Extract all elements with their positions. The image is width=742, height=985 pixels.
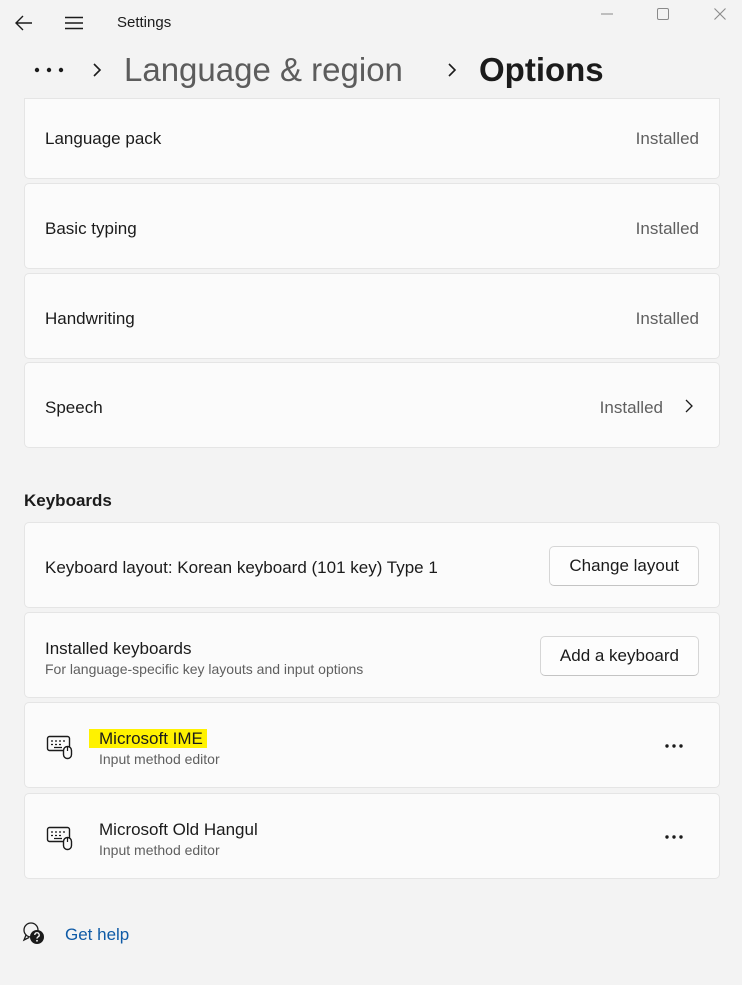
feature-row-speech[interactable]: Speech Installed: [24, 362, 720, 448]
installed-keyboards-title: Installed keyboards: [45, 639, 192, 658]
feature-row-basic-typing: Basic typing Installed: [24, 183, 720, 269]
chevron-right-icon: [446, 62, 458, 78]
get-help-link[interactable]: Get help: [22, 920, 162, 950]
feature-status: Installed: [635, 309, 699, 328]
keyboard-icon: [46, 823, 74, 851]
close-icon[interactable]: [692, 0, 742, 28]
maximize-icon[interactable]: [635, 0, 691, 28]
feature-label: Speech: [45, 398, 103, 417]
change-layout-button[interactable]: Change layout: [549, 546, 699, 586]
help-icon: [22, 921, 46, 947]
keyboard-name-text: Microsoft IME: [89, 729, 207, 748]
feature-label: Handwriting: [45, 309, 135, 328]
get-help-label[interactable]: Get help: [65, 925, 129, 945]
title-bar: Settings: [0, 0, 742, 46]
breadcrumb-parent[interactable]: Language & region: [124, 51, 403, 89]
keyboard-item-microsoft-old-hangul[interactable]: Microsoft Old Hangul Input method editor: [24, 793, 720, 879]
breadcrumb: Language & region Options: [0, 48, 742, 96]
hamburger-menu-icon[interactable]: [60, 10, 88, 36]
keyboard-name: Microsoft IME: [89, 729, 207, 749]
feature-status: Installed: [635, 129, 699, 148]
keyboard-item-microsoft-ime[interactable]: Microsoft IME Input method editor: [24, 702, 720, 788]
section-title-keyboards: Keyboards: [24, 491, 112, 510]
feature-row-handwriting: Handwriting Installed: [24, 273, 720, 359]
feature-status: Installed: [599, 398, 663, 417]
more-dots-icon[interactable]: [32, 58, 66, 82]
feature-label: Language pack: [45, 129, 162, 148]
keyboard-name: Microsoft Old Hangul: [99, 820, 258, 839]
back-arrow-icon[interactable]: [10, 10, 38, 36]
keyboard-description: Input method editor: [99, 842, 220, 858]
feature-label: Basic typing: [45, 219, 137, 238]
page-title: Options: [479, 51, 604, 88]
app-title: Settings: [117, 14, 172, 31]
keyboard-layout-label: Keyboard layout: Korean keyboard (101 ke…: [45, 558, 438, 577]
installed-keyboards-row: Installed keyboards For language-specifi…: [24, 612, 720, 698]
more-options-icon[interactable]: [657, 823, 691, 851]
chevron-right-icon: [91, 62, 103, 78]
feature-status: Installed: [635, 219, 699, 238]
keyboard-description: Input method editor: [99, 751, 220, 767]
keyboard-icon: [46, 732, 74, 760]
chevron-right-icon: [683, 398, 695, 414]
feature-row-language-pack: Language pack Installed: [24, 98, 720, 179]
keyboard-layout-row: Keyboard layout: Korean keyboard (101 ke…: [24, 522, 720, 608]
add-keyboard-button[interactable]: Add a keyboard: [539, 636, 699, 676]
installed-keyboards-subtitle: For language-specific key layouts and in…: [45, 661, 364, 677]
more-options-icon[interactable]: [657, 732, 691, 760]
minimize-icon[interactable]: [579, 0, 635, 28]
